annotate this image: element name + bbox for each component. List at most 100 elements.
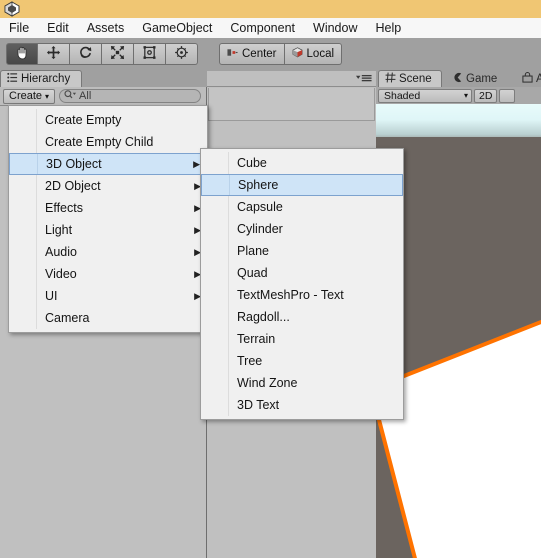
scene-lighting-toggle[interactable]: [499, 88, 516, 103]
menu-item-window[interactable]: Window: [304, 19, 366, 38]
menu-row-label: Create Empty Child: [45, 135, 154, 149]
tab-scene[interactable]: Scene: [378, 70, 442, 87]
menu-row-gutter: [9, 307, 37, 329]
submenu-row-label: Wind Zone: [237, 376, 298, 390]
hierarchy-search-value: All: [79, 90, 92, 102]
submenu-row-label: Sphere: [238, 178, 279, 192]
menu-row-label: 3D Object: [46, 157, 102, 171]
menu-row-label: Audio: [45, 245, 77, 259]
hierarchy-icon: [7, 72, 18, 86]
submenu-row-ragdoll[interactable]: Ragdoll...: [201, 306, 403, 328]
menu-row-gutter: [201, 196, 229, 218]
submenu-row-label: Tree: [237, 354, 263, 368]
menu-item-assets[interactable]: Assets: [78, 19, 134, 38]
draw-mode-dropdown[interactable]: Shaded ▾: [378, 88, 472, 103]
create-context-menu[interactable]: Create Empty Create Empty Child 3D Objec…: [8, 105, 208, 333]
menu-row-ui[interactable]: UI ▶: [9, 285, 207, 307]
move-tool-button[interactable]: [38, 43, 70, 65]
chevron-down-icon: ▾: [45, 91, 50, 101]
rect-transform-icon: [142, 45, 157, 63]
handle-rotation-button[interactable]: Local: [284, 43, 343, 65]
hierarchy-search-input[interactable]: All: [59, 89, 201, 103]
submenu-row-3d-text[interactable]: 3D Text: [201, 394, 403, 416]
menu-row-gutter: [9, 175, 37, 197]
menu-row-label: Create Empty: [45, 113, 122, 127]
hand-tool-button[interactable]: [6, 43, 38, 65]
tab-asset-store[interactable]: A: [516, 70, 541, 87]
tab-game[interactable]: Game: [446, 70, 505, 87]
submenu-row-label: TextMeshPro - Text: [237, 288, 344, 302]
menu-row-gutter: [201, 218, 229, 240]
menu-row-gutter: [201, 284, 229, 306]
rotate-icon: [78, 45, 93, 63]
pivot-center-icon: [227, 47, 238, 61]
menu-row-gutter: [201, 152, 229, 174]
combined-transform-tool-button[interactable]: [166, 43, 198, 65]
menu-row-gutter: [201, 372, 229, 394]
submenu-row-tree[interactable]: Tree: [201, 350, 403, 372]
submenu-arrow-icon: ▶: [193, 158, 200, 169]
submenu-row-textmeshpro-text[interactable]: TextMeshPro - Text: [201, 284, 403, 306]
menu-row-gutter: [202, 175, 230, 195]
submenu-row-wind-zone[interactable]: Wind Zone: [201, 372, 403, 394]
menu-row-light[interactable]: Light ▶: [9, 219, 207, 241]
menu-row-camera[interactable]: Camera: [9, 307, 207, 329]
draw-mode-label: Shaded: [384, 89, 421, 102]
rect-transform-tool-button[interactable]: [134, 43, 166, 65]
menu-row-label: Effects: [45, 201, 83, 215]
submenu-row-sphere[interactable]: Sphere: [201, 174, 403, 196]
submenu-row-terrain[interactable]: Terrain: [201, 328, 403, 350]
menu-row-3d-object[interactable]: 3D Object ▶: [9, 153, 207, 175]
menu-item-component[interactable]: Component: [221, 19, 304, 38]
menu-row-label: Camera: [45, 311, 90, 325]
scale-tool-button[interactable]: [102, 43, 134, 65]
create-button-label: Create: [9, 90, 43, 102]
menu-row-2d-object[interactable]: 2D Object ▶: [9, 175, 207, 197]
menu-item-gameobject[interactable]: GameObject: [133, 19, 221, 38]
menu-row-effects[interactable]: Effects ▶: [9, 197, 207, 219]
menu-item-help[interactable]: Help: [366, 19, 410, 38]
menu-item-file[interactable]: File: [0, 19, 38, 38]
secondary-panel-menu-icon[interactable]: [356, 72, 372, 86]
asset-store-icon: [522, 71, 533, 86]
menu-row-label: UI: [45, 289, 58, 303]
menu-row-gutter: [201, 350, 229, 372]
tab-hierarchy-label: Hierarchy: [21, 73, 71, 85]
menu-row-create-empty[interactable]: Create Empty: [9, 109, 207, 131]
submenu-row-capsule[interactable]: Capsule: [201, 196, 403, 218]
menu-row-video[interactable]: Video ▶: [9, 263, 207, 285]
submenu-row-quad[interactable]: Quad: [201, 262, 403, 284]
menu-row-create-empty-child[interactable]: Create Empty Child: [9, 131, 207, 153]
submenu-row-label: Terrain: [237, 332, 276, 346]
submenu-row-cube[interactable]: Cube: [201, 152, 403, 174]
local-handle-icon: [292, 47, 303, 61]
handle-rotation-label: Local: [306, 48, 335, 60]
3d-object-submenu[interactable]: Cube Sphere Capsule Cylinder Plane Quad …: [200, 148, 404, 420]
menu-row-gutter: [201, 328, 229, 350]
pivot-mode-button[interactable]: Center: [219, 43, 285, 65]
submenu-row-label: Quad: [237, 266, 268, 280]
menu-row-gutter: [9, 131, 37, 153]
menu-row-gutter: [9, 241, 37, 263]
pivot-handle-group: Center Local: [219, 43, 343, 65]
view-mode-2d-button[interactable]: 2D: [474, 88, 498, 103]
pivot-mode-label: Center: [242, 48, 277, 60]
search-icon: [64, 89, 77, 103]
menu-row-gutter: [201, 262, 229, 284]
menu-row-audio[interactable]: Audio ▶: [9, 241, 207, 263]
create-button[interactable]: Create ▾: [3, 88, 56, 104]
menu-row-gutter: [9, 219, 37, 241]
menu-row-label: 2D Object: [45, 179, 101, 193]
tab-hierarchy[interactable]: Hierarchy: [0, 70, 82, 87]
submenu-row-cylinder[interactable]: Cylinder: [201, 218, 403, 240]
menu-item-edit[interactable]: Edit: [38, 19, 78, 38]
submenu-row-label: Ragdoll...: [237, 310, 290, 324]
hierarchy-toolbar: Create ▾ All: [0, 87, 206, 106]
menu-row-label: Video: [45, 267, 77, 281]
scene-grid-icon: [385, 72, 396, 86]
submenu-row-plane[interactable]: Plane: [201, 240, 403, 262]
hand-icon: [14, 45, 30, 64]
main-menu-bar[interactable]: File Edit Assets GameObject Component Wi…: [0, 18, 541, 38]
submenu-row-label: Cylinder: [237, 222, 283, 236]
rotate-tool-button[interactable]: [70, 43, 102, 65]
